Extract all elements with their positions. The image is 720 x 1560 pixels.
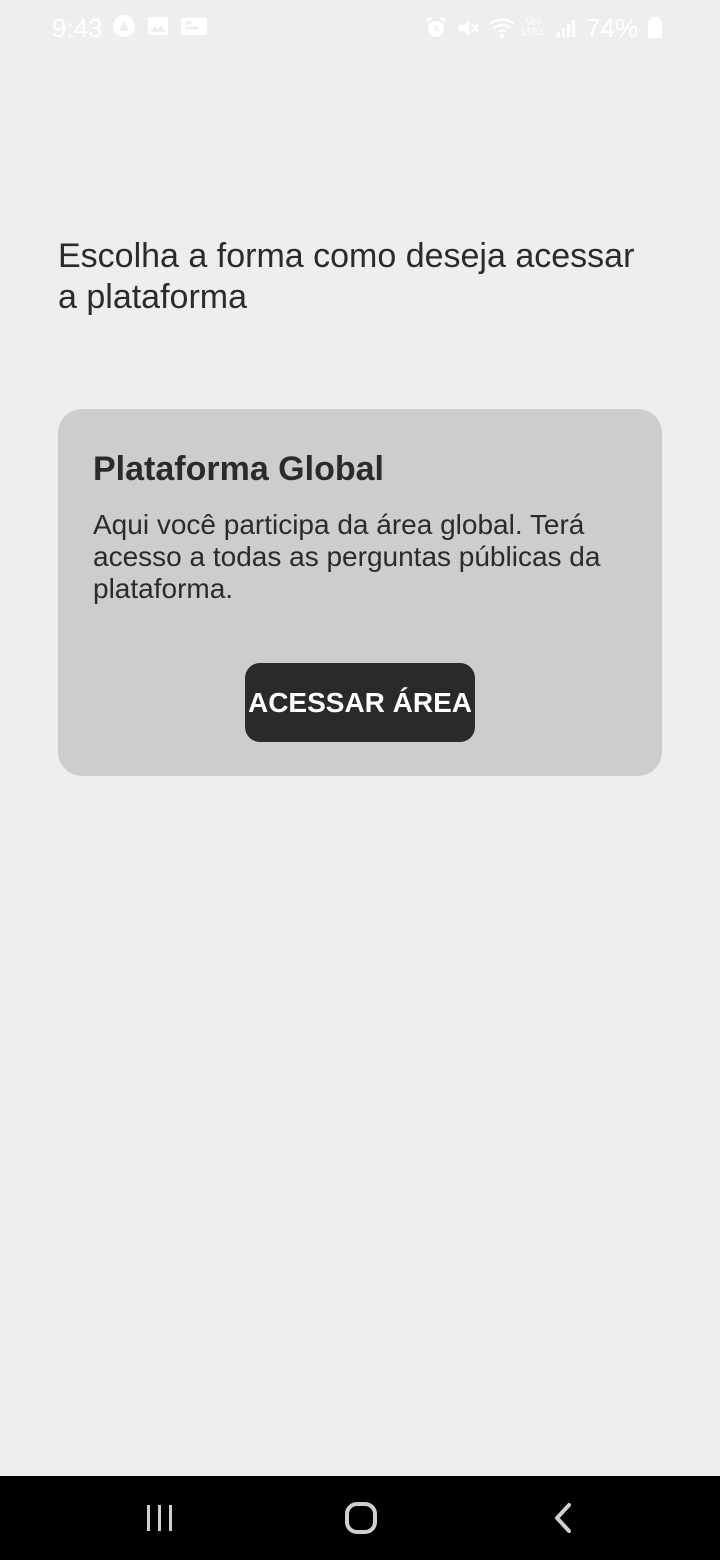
status-time: 9:43 xyxy=(52,13,103,43)
access-area-button[interactable]: ACESSAR ÁREA xyxy=(245,663,475,742)
card-title: Plataforma Global xyxy=(93,450,384,488)
recent-apps-button[interactable] xyxy=(110,1476,210,1560)
recent-apps-icon xyxy=(147,1505,172,1531)
global-platform-card: Plataforma Global Aqui você participa da… xyxy=(58,409,662,776)
status-bar: 9:43 Vo) LTE1 74% xyxy=(0,0,720,56)
status-right-icons: Vo) LTE1 74% xyxy=(424,12,670,44)
mute-icon xyxy=(456,16,480,40)
image-icon xyxy=(146,14,170,38)
home-button[interactable] xyxy=(311,1476,411,1560)
card-description: Aqui você participa da área global. Terá… xyxy=(93,509,601,604)
signal-icon xyxy=(554,16,578,40)
access-options-screen: Escolha a forma como deseja acessar a pl… xyxy=(58,236,662,318)
vpn-icon xyxy=(112,14,136,38)
alarm-icon xyxy=(424,16,448,40)
notification-icon xyxy=(180,14,207,38)
wifi-icon xyxy=(488,16,515,40)
status-left-icons xyxy=(112,14,207,38)
battery-percentage: 74% xyxy=(585,13,638,43)
back-button[interactable] xyxy=(513,1476,613,1560)
home-icon xyxy=(345,1502,377,1534)
page-title: Escolha a forma como deseja acessar a pl… xyxy=(58,237,635,316)
network-label: Vo) LTE1 xyxy=(521,17,545,38)
system-navigation-bar xyxy=(0,1476,720,1560)
back-icon xyxy=(555,1503,571,1533)
battery-icon xyxy=(646,16,670,40)
